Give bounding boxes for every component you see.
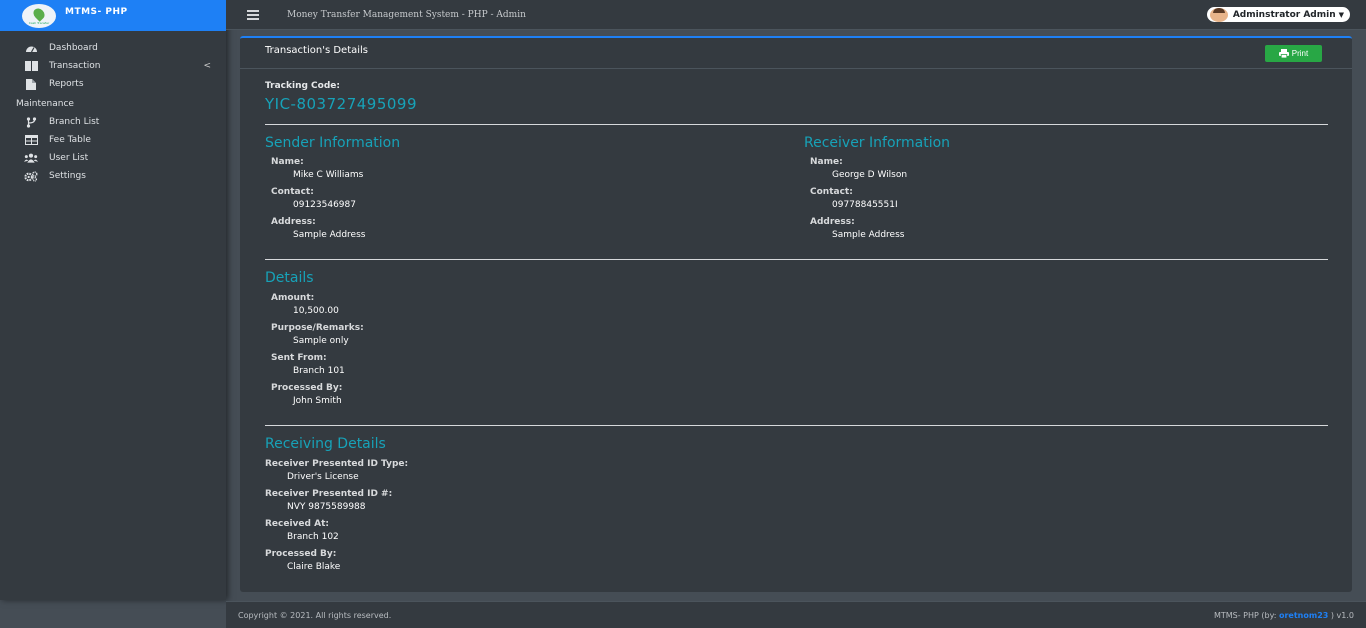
id-type-value: Driver's License	[287, 472, 359, 482]
credit-suffix: ) v1.0	[1328, 610, 1354, 620]
print-label: Print	[1291, 49, 1309, 58]
system-title: Money Transfer Management System - PHP -…	[287, 9, 526, 20]
branch-icon	[24, 116, 38, 128]
sidebar-item-label: Dashboard	[49, 43, 98, 53]
credit-text: MTMS- PHP (by: oretnom23 ) v1.0	[1214, 611, 1354, 620]
sidebar-item-label: Transaction	[49, 61, 101, 71]
sidebar-item-label: User List	[49, 153, 89, 163]
amount-label: Amount:	[271, 293, 315, 303]
receiver-address-label: Address:	[810, 217, 855, 227]
processed-by-value: John Smith	[293, 396, 342, 406]
dashboard-icon	[24, 43, 38, 54]
sidebar-item-fee-table[interactable]: Fee Table	[0, 131, 226, 149]
sidebar-item-label: Settings	[49, 171, 86, 181]
sidebar-item-dashboard[interactable]: Dashboard	[0, 39, 226, 57]
divider	[265, 259, 1328, 260]
sender-address-value: Sample Address	[293, 230, 366, 240]
hamburger-menu-icon[interactable]	[247, 9, 259, 20]
sidebar-item-user-list[interactable]: User List	[0, 149, 226, 167]
columns-icon	[24, 61, 38, 72]
transaction-details-card: Transaction's Details Print Tracking Cod…	[240, 36, 1352, 592]
card-header: Transaction's Details Print	[240, 38, 1352, 69]
brand-logo: Cash Transfer	[22, 3, 56, 28]
sidebar-item-settings[interactable]: Settings	[0, 167, 226, 185]
footer: Copyright © 2021. All rights reserved. M…	[226, 601, 1366, 628]
details-section-title: Details	[265, 270, 314, 286]
user-menu-button[interactable]: Adminstrator Admin ▼	[1206, 7, 1350, 22]
receiver-contact-value: 09778845551I	[832, 200, 898, 210]
sent-from-label: Sent From:	[271, 353, 327, 363]
sidebar-item-reports[interactable]: Reports	[0, 75, 226, 93]
purpose-label: Purpose/Remarks:	[271, 323, 364, 333]
card-title: Transaction's Details	[265, 45, 369, 56]
id-number-label: Receiver Presented ID #:	[265, 489, 393, 499]
avatar	[1209, 7, 1228, 22]
amount-value: 10,500.00	[293, 306, 339, 316]
sidebar-item-branch-list[interactable]: Branch List	[0, 113, 226, 131]
receiver-address-value: Sample Address	[832, 230, 905, 240]
receiver-name-label: Name:	[810, 157, 843, 167]
processed-by-label: Processed By:	[271, 383, 343, 393]
receiving-processed-by-label: Processed By:	[265, 549, 337, 559]
brand-name: MTMS- PHP	[65, 6, 128, 17]
brand[interactable]: Cash Transfer MTMS- PHP	[0, 0, 226, 31]
print-button[interactable]: Print	[1265, 45, 1322, 62]
id-type-label: Receiver Presented ID Type:	[265, 459, 409, 469]
file-icon	[24, 78, 38, 90]
table-icon	[24, 135, 38, 146]
users-icon	[24, 153, 38, 164]
user-name: Adminstrator Admin	[1232, 9, 1336, 20]
purpose-value: Sample only	[293, 336, 349, 346]
cogs-icon	[24, 170, 38, 182]
receiving-processed-by-value: Claire Blake	[287, 562, 341, 572]
credit-prefix: MTMS- PHP (by:	[1213, 610, 1279, 620]
tracking-code-label: Tracking Code:	[265, 81, 340, 91]
sender-contact-value: 09123546987	[293, 200, 356, 210]
maintenance-header: Maintenance	[16, 99, 74, 109]
logo-text: Cash Transfer	[28, 20, 50, 25]
caret-down-icon: ▼	[1338, 10, 1344, 19]
sender-address-label: Address:	[271, 217, 316, 227]
sidebar-item-label: Reports	[49, 79, 84, 89]
leaf-icon	[31, 5, 47, 22]
sidebar-nav: Dashboard Transaction < Reports Maintena…	[0, 31, 226, 185]
sent-from-value: Branch 101	[293, 366, 345, 376]
printer-icon	[1278, 49, 1289, 58]
id-number-value: NVY 9875589988	[287, 502, 366, 512]
receiver-section-title: Receiver Information	[804, 135, 951, 151]
divider	[265, 124, 1328, 125]
chevron-left-icon[interactable]: <	[203, 61, 211, 71]
sidebar: Cash Transfer MTMS- PHP Dashboard Transa…	[0, 0, 226, 600]
copyright-text: Copyright © 2021. All rights reserved.	[238, 610, 392, 620]
author-link[interactable]: oretnom23	[1279, 611, 1328, 620]
sidebar-item-label: Fee Table	[49, 135, 91, 145]
tracking-code-value: YIC-803727495099	[265, 95, 417, 113]
received-at-label: Received At:	[265, 519, 329, 529]
receiver-contact-label: Contact:	[810, 187, 853, 197]
sender-name-value: Mike C Williams	[293, 170, 364, 180]
sidebar-item-transaction[interactable]: Transaction <	[0, 57, 226, 75]
sidebar-item-label: Branch List	[49, 117, 100, 127]
topbar: Money Transfer Management System - PHP -…	[226, 0, 1366, 30]
sender-name-label: Name:	[271, 157, 304, 167]
sender-section-title: Sender Information	[265, 135, 401, 151]
receiving-section-title: Receiving Details	[265, 436, 386, 452]
divider	[265, 425, 1328, 426]
received-at-value: Branch 102	[287, 532, 339, 542]
receiver-name-value: George D Wilson	[832, 170, 908, 180]
sender-contact-label: Contact:	[271, 187, 314, 197]
